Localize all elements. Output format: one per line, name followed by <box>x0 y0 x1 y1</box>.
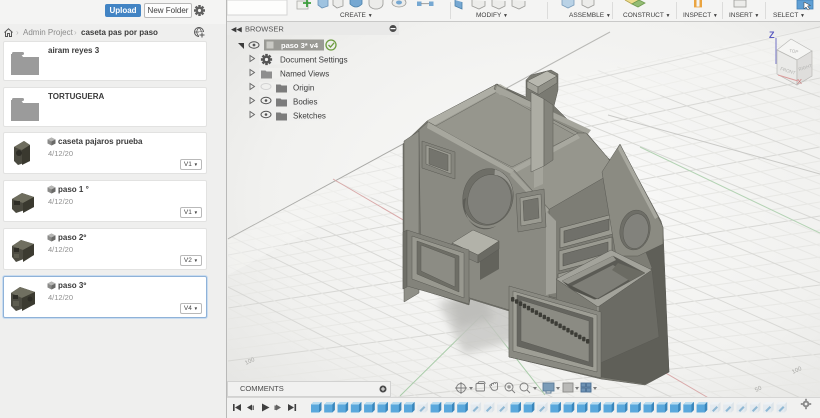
svg-text:Origin: Origin <box>293 84 314 93</box>
svg-text:Bodies: Bodies <box>293 98 317 107</box>
svg-text:X: X <box>797 77 802 86</box>
svg-text:BROWSER: BROWSER <box>245 25 284 34</box>
svg-text:Z: Z <box>769 30 775 40</box>
svg-text:Sketches: Sketches <box>293 112 326 121</box>
svg-text:Named Views: Named Views <box>280 70 329 79</box>
svg-text:◀◀: ◀◀ <box>231 27 242 34</box>
svg-text:Document Settings: Document Settings <box>280 56 348 65</box>
svg-text:paso 3* v4: paso 3* v4 <box>281 41 319 50</box>
